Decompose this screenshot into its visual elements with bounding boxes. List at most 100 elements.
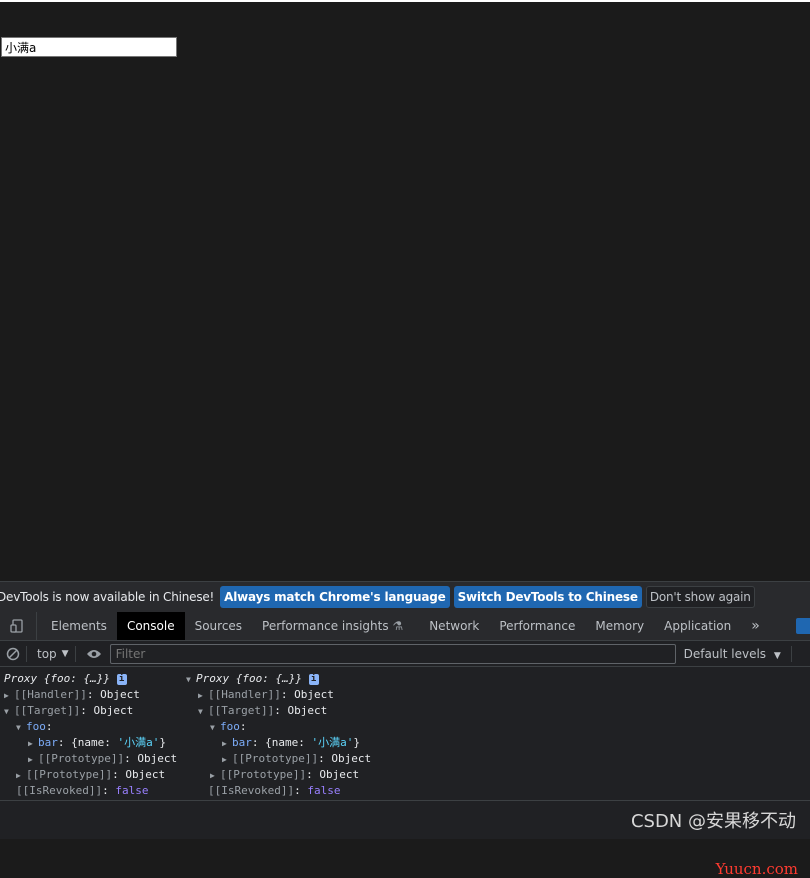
bar-preview-end: } bbox=[159, 736, 166, 749]
proxy-label: Proxy bbox=[4, 672, 38, 685]
tab-elements[interactable]: Elements bbox=[41, 612, 117, 640]
collapse-arrow-icon[interactable]: ▼ bbox=[210, 720, 220, 736]
tree-row[interactable]: ▶ [[Prototype]]: Object bbox=[186, 767, 371, 783]
tree-row[interactable]: ▶ [[Handler]]: Object bbox=[4, 687, 177, 703]
filter-input[interactable] bbox=[109, 643, 676, 664]
context-selector[interactable]: top ▼ bbox=[37, 647, 69, 661]
context-label: top bbox=[37, 646, 57, 661]
key-prototype: [[Prototype]] bbox=[38, 752, 125, 765]
flask-icon: ⚗ bbox=[392, 619, 404, 633]
key-prototype: [[Prototype]] bbox=[26, 768, 113, 781]
bar-preview-string: '小满a' bbox=[311, 736, 354, 749]
tree-row[interactable]: ▼ [[Target]]: Object bbox=[186, 703, 371, 719]
expand-arrow-icon[interactable]: ▶ bbox=[28, 736, 38, 752]
tab-application[interactable]: Application bbox=[654, 612, 741, 640]
value-object: Object bbox=[137, 752, 178, 765]
info-icon[interactable]: i bbox=[116, 673, 127, 685]
key-bar: bar bbox=[232, 736, 252, 749]
tree-row[interactable]: ▼ [[Target]]: Object bbox=[4, 703, 177, 719]
value-object: Object bbox=[319, 768, 360, 781]
value-object: Object bbox=[294, 688, 334, 701]
match-language-button[interactable]: Always match Chrome's language bbox=[220, 586, 450, 608]
expand-arrow-icon[interactable]: ▶ bbox=[16, 768, 26, 784]
tree-row: [[IsRevoked]]: false bbox=[208, 784, 341, 797]
tree-row[interactable]: ▶ [[Prototype]]: Object bbox=[4, 751, 177, 767]
issues-badge-icon[interactable] bbox=[796, 618, 810, 634]
key-handler: [[Handler]] bbox=[14, 688, 87, 701]
proxy-header[interactable]: Proxy {foo: {…}} i bbox=[4, 671, 177, 687]
name-input[interactable] bbox=[1, 37, 177, 57]
switch-chinese-button[interactable]: Switch DevTools to Chinese bbox=[453, 586, 642, 608]
chevron-down-icon: ▼ bbox=[61, 648, 69, 659]
tab-performance[interactable]: Performance bbox=[489, 612, 585, 640]
dont-show-again-button[interactable]: Don't show again bbox=[645, 586, 755, 608]
value-object: Object bbox=[125, 768, 166, 781]
tab-performance-insights-label: Performance insights bbox=[262, 619, 389, 633]
expand-arrow-icon[interactable]: ▶ bbox=[28, 752, 38, 768]
tree-row[interactable]: ▼ foo: bbox=[186, 719, 371, 735]
tab-performance-insights[interactable]: Performance insights ⚗ bbox=[252, 612, 413, 640]
expand-arrow-icon[interactable]: ▶ bbox=[222, 736, 232, 752]
more-tabs-icon[interactable]: » bbox=[741, 612, 770, 640]
tree-row: [[IsRevoked]]: false bbox=[16, 784, 149, 797]
info-icon[interactable]: i bbox=[308, 673, 319, 685]
value-object: Object bbox=[331, 752, 372, 765]
key-foo: foo bbox=[220, 720, 240, 733]
author-watermark: CSDN @安果移不动 bbox=[630, 811, 796, 832]
key-target: [[Target]] bbox=[14, 704, 81, 717]
key-foo: foo bbox=[26, 720, 46, 733]
key-revoked: [[IsRevoked]] bbox=[16, 784, 103, 797]
value-object: Object bbox=[93, 704, 134, 717]
value-false: false bbox=[115, 784, 149, 797]
tree-row[interactable]: ▶ [[Prototype]]: Object bbox=[186, 751, 371, 767]
collapse-arrow-icon[interactable]: ▼ bbox=[4, 704, 14, 720]
tab-network[interactable]: Network bbox=[419, 612, 489, 640]
tree-row[interactable]: ▶ [[Handler]]: Object bbox=[186, 687, 371, 703]
proxy-preview: {foo: {…}} bbox=[43, 672, 110, 685]
log-entry-expanded: ▼ Proxy {foo: {…}} i ▶ [[Handler]]: Object… bbox=[186, 671, 371, 799]
bar-preview-string: '小满a' bbox=[117, 736, 160, 749]
collapse-arrow-icon[interactable]: ▼ bbox=[186, 672, 196, 688]
tab-memory[interactable]: Memory bbox=[585, 612, 654, 640]
expand-arrow-icon[interactable]: ▶ bbox=[210, 768, 220, 784]
log-levels-label: Default levels bbox=[683, 646, 767, 661]
tree-row[interactable]: ▶ [[Prototype]]: Object bbox=[4, 767, 177, 783]
key-handler: [[Handler]] bbox=[208, 688, 281, 701]
key-revoked: [[IsRevoked]] bbox=[208, 784, 295, 797]
proxy-label: Proxy bbox=[196, 672, 230, 685]
clear-console-icon[interactable] bbox=[6, 647, 20, 661]
value-object: Object bbox=[287, 704, 328, 717]
expand-arrow-icon[interactable]: ▶ bbox=[222, 752, 232, 768]
key-prototype: [[Prototype]] bbox=[220, 768, 307, 781]
language-banner: DevTools is now available in Chinese! Al… bbox=[0, 581, 810, 612]
tab-sources[interactable]: Sources bbox=[185, 612, 252, 640]
key-prototype: [[Prototype]] bbox=[232, 752, 319, 765]
value-false: false bbox=[307, 784, 341, 797]
console-output: Proxy {foo: {…}} i ▶ [[Handler]]: Object … bbox=[0, 667, 810, 878]
expand-arrow-icon[interactable]: ▶ bbox=[198, 688, 208, 704]
devtools-panel: DevTools is now available in Chinese! Al… bbox=[0, 581, 810, 878]
banner-text: DevTools is now available in Chinese! bbox=[0, 590, 215, 604]
tree-row[interactable]: ▶ bar: {name: '小满a'} bbox=[4, 735, 177, 751]
log-levels-dropdown[interactable]: Default levels ▼ bbox=[684, 647, 781, 661]
bar-preview-end: } bbox=[353, 736, 360, 749]
eye-icon[interactable] bbox=[86, 648, 102, 660]
site-watermark: Yuucn.com bbox=[715, 860, 798, 878]
tab-console[interactable]: Console bbox=[116, 612, 185, 640]
console-toolbar: top ▼ Default levels ▼ bbox=[0, 641, 810, 667]
value-object: Object bbox=[100, 688, 140, 701]
log-entry-collapsed: Proxy {foo: {…}} i ▶ [[Handler]]: Object … bbox=[4, 671, 177, 799]
expand-arrow-icon[interactable]: ▶ bbox=[4, 688, 14, 704]
key-bar: bar bbox=[38, 736, 58, 749]
proxy-header[interactable]: ▼ Proxy {foo: {…}} i bbox=[186, 671, 371, 687]
device-toggle-icon[interactable] bbox=[0, 612, 37, 640]
tree-row[interactable]: ▶ bar: {name: '小满a'} bbox=[186, 735, 371, 751]
collapse-arrow-icon[interactable]: ▼ bbox=[198, 704, 208, 720]
page-viewport bbox=[0, 0, 810, 581]
bar-preview-start: {name: bbox=[265, 736, 312, 749]
toolbar-divider bbox=[790, 645, 792, 662]
collapse-arrow-icon[interactable]: ▼ bbox=[16, 720, 26, 736]
devtools-tabs: Elements Console Sources Performance ins… bbox=[0, 612, 810, 641]
tree-row[interactable]: ▼ foo: bbox=[4, 719, 177, 735]
toolbar-divider bbox=[74, 645, 76, 662]
